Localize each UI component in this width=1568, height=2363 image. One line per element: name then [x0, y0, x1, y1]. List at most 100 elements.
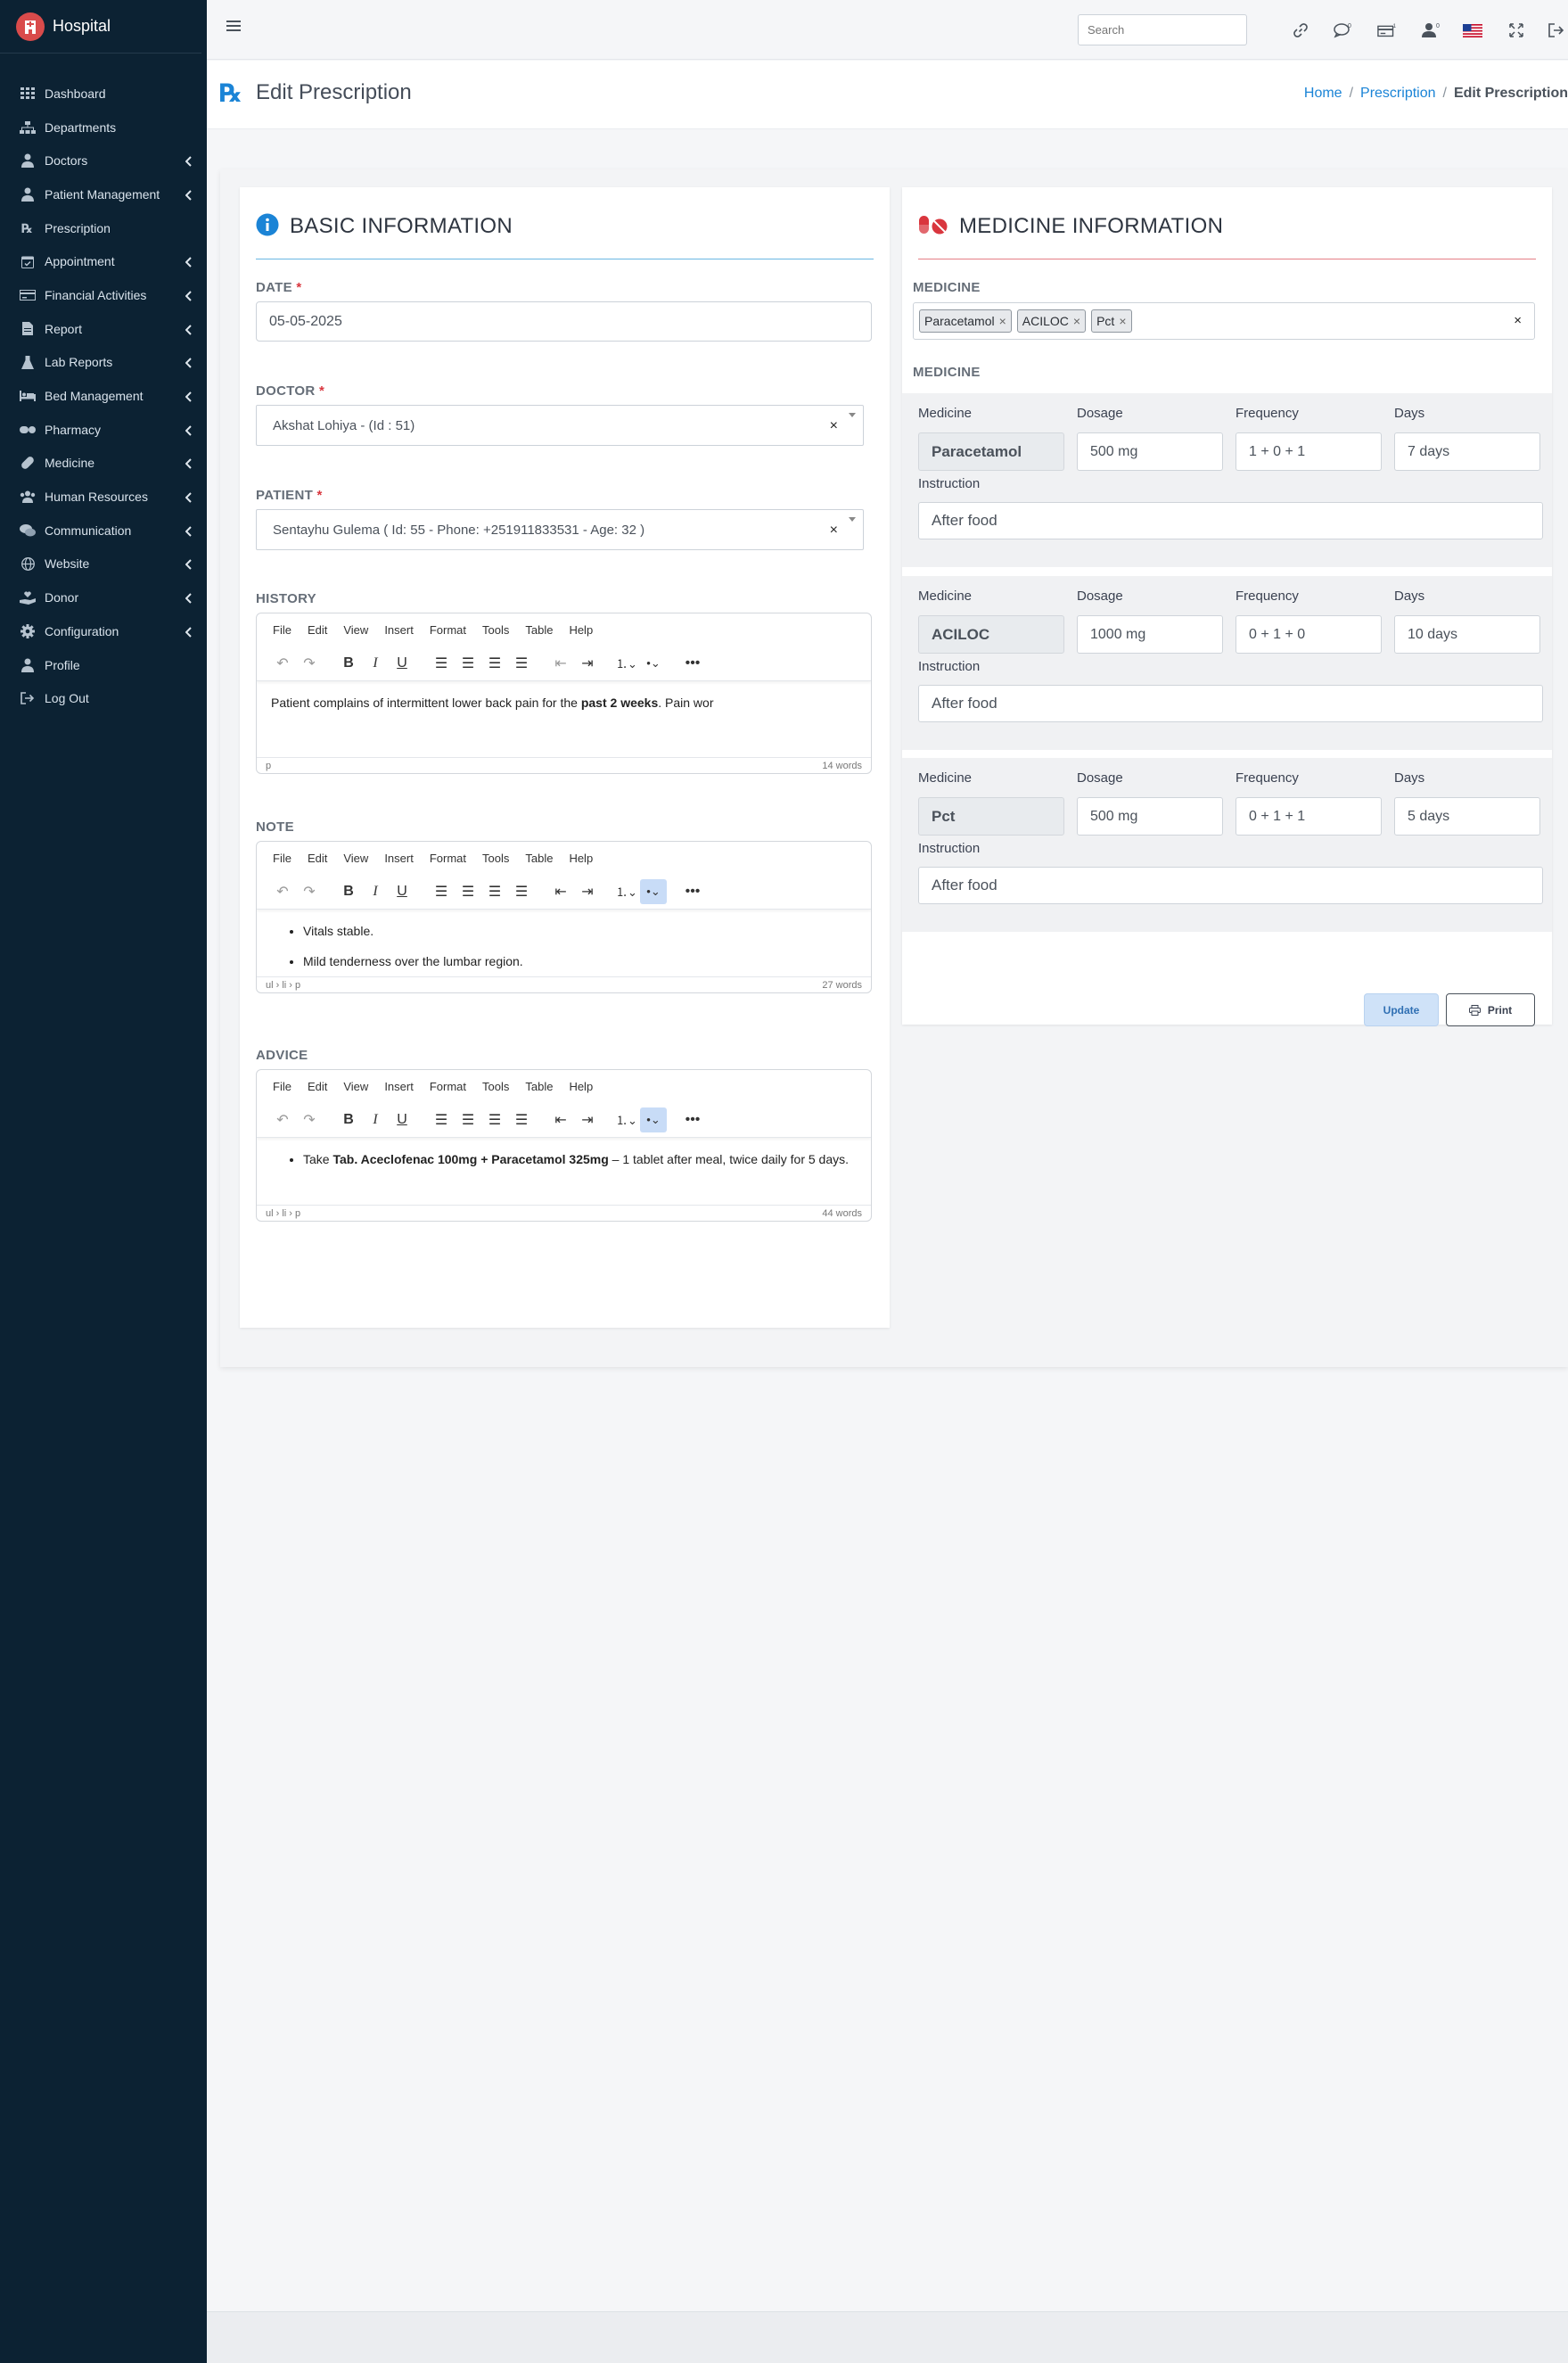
redo-icon[interactable]: ↷ [296, 1107, 323, 1132]
invoice-icon[interactable]: 1 [1377, 20, 1399, 41]
hamburger-menu-icon[interactable] [226, 20, 241, 37]
frequency-input[interactable]: 0 + 1 + 1 [1236, 797, 1382, 836]
redo-icon[interactable]: ↷ [296, 879, 323, 904]
remove-tag-icon[interactable]: × [1073, 314, 1080, 328]
italic-icon[interactable]: I [362, 1107, 389, 1132]
outdent-icon[interactable]: ⇤ [547, 1107, 574, 1132]
numbered-list-icon[interactable]: ⒈⌄ [613, 1107, 640, 1132]
sidebar-item-dashboard[interactable]: Dashboard [0, 77, 207, 111]
italic-icon[interactable]: I [362, 651, 389, 676]
menu-format[interactable]: Format [430, 852, 466, 865]
bullet-list-icon[interactable]: •⌄ [640, 651, 667, 676]
frequency-input[interactable]: 1 + 0 + 1 [1236, 432, 1382, 471]
undo-icon[interactable]: ↶ [269, 651, 296, 676]
sidebar-item-appointment[interactable]: Appointment [0, 244, 207, 278]
dosage-input[interactable]: 500 mg [1077, 797, 1223, 836]
menu-help[interactable]: Help [569, 1080, 593, 1093]
underline-icon[interactable]: U [389, 879, 415, 904]
align-left-icon[interactable]: ☰ [428, 1107, 455, 1132]
menu-format[interactable]: Format [430, 623, 466, 637]
sidebar-item-lab-reports[interactable]: Lab Reports [0, 346, 207, 380]
sidebar-item-website[interactable]: Website [0, 548, 207, 581]
sidebar-item-communication[interactable]: Communication [0, 514, 207, 548]
italic-icon[interactable]: I [362, 879, 389, 904]
days-input[interactable]: 7 days [1394, 432, 1540, 471]
more-icon[interactable]: ••• [679, 879, 706, 904]
brand[interactable]: Hospital [0, 0, 201, 54]
menu-edit[interactable]: Edit [308, 852, 327, 865]
align-center-icon[interactable]: ☰ [455, 879, 481, 904]
medicine-tag[interactable]: Pct × [1091, 309, 1132, 333]
undo-icon[interactable]: ↶ [269, 1107, 296, 1132]
menu-edit[interactable]: Edit [308, 1080, 327, 1093]
user-notification-icon[interactable]: 0 [1421, 20, 1442, 41]
outdent-icon[interactable]: ⇤ [547, 651, 574, 676]
breadcrumb-home-link[interactable]: Home [1304, 86, 1342, 101]
undo-icon[interactable]: ↶ [269, 879, 296, 904]
medicine-multiselect[interactable]: Paracetamol × ACILOC × Pct × × [913, 302, 1535, 340]
menu-insert[interactable]: Insert [384, 623, 414, 637]
sidebar-item-prescription[interactable]: ℞ Prescription [0, 211, 207, 245]
note-content[interactable]: Vitals stable. Mild tenderness over the … [257, 910, 871, 976]
patient-select[interactable]: Sentayhu Gulema ( Id: 55 - Phone: +25191… [256, 509, 864, 550]
instruction-input[interactable]: After food [918, 685, 1543, 722]
remove-tag-icon[interactable]: × [1119, 314, 1126, 328]
fullscreen-icon[interactable] [1506, 20, 1527, 41]
menu-insert[interactable]: Insert [384, 1080, 414, 1093]
align-right-icon[interactable]: ☰ [481, 1107, 508, 1132]
bullet-list-icon[interactable]: •⌄ [640, 1107, 667, 1132]
instruction-input[interactable]: After food [918, 502, 1543, 539]
more-icon[interactable]: ••• [679, 1107, 706, 1132]
sidebar-item-human-resources[interactable]: Human Resources [0, 480, 207, 514]
print-button[interactable]: Print [1446, 993, 1535, 1026]
menu-table[interactable]: Table [525, 1080, 553, 1093]
us-flag-icon[interactable] [1462, 20, 1483, 41]
sidebar-item-profile[interactable]: Profile [0, 648, 207, 682]
sidebar-item-bed-management[interactable]: Bed Management [0, 379, 207, 413]
align-justify-icon[interactable]: ☰ [508, 651, 535, 676]
menu-file[interactable]: File [273, 852, 291, 865]
align-right-icon[interactable]: ☰ [481, 879, 508, 904]
underline-icon[interactable]: U [389, 1107, 415, 1132]
align-justify-icon[interactable]: ☰ [508, 879, 535, 904]
indent-icon[interactable]: ⇥ [574, 651, 601, 676]
menu-view[interactable]: View [343, 1080, 368, 1093]
bullet-list-icon[interactable]: •⌄ [640, 878, 667, 904]
sidebar-item-departments[interactable]: Departments [0, 111, 207, 144]
sidebar-item-patient-management[interactable]: Patient Management [0, 177, 207, 211]
numbered-list-icon[interactable]: ⒈⌄ [613, 651, 640, 676]
menu-help[interactable]: Help [569, 623, 593, 637]
menu-tools[interactable]: Tools [482, 1080, 509, 1093]
clear-doctor-button[interactable]: × [830, 418, 838, 434]
clear-patient-button[interactable]: × [830, 523, 838, 539]
sidebar-item-donor[interactable]: Donor [0, 580, 207, 614]
align-left-icon[interactable]: ☰ [428, 651, 455, 676]
history-content[interactable]: Patient complains of intermittent lower … [257, 681, 871, 757]
align-center-icon[interactable]: ☰ [455, 1107, 481, 1132]
menu-view[interactable]: View [343, 852, 368, 865]
menu-edit[interactable]: Edit [308, 623, 327, 637]
date-input[interactable]: 05-05-2025 [256, 301, 872, 342]
menu-file[interactable]: File [273, 623, 291, 637]
indent-icon[interactable]: ⇥ [574, 1107, 601, 1132]
bold-icon[interactable]: B [335, 1107, 362, 1132]
align-justify-icon[interactable]: ☰ [508, 1107, 535, 1132]
link-icon[interactable] [1290, 20, 1311, 41]
align-left-icon[interactable]: ☰ [428, 879, 455, 904]
instruction-input[interactable]: After food [918, 867, 1543, 904]
menu-tools[interactable]: Tools [482, 623, 509, 637]
underline-icon[interactable]: U [389, 651, 415, 676]
numbered-list-icon[interactable]: ⒈⌄ [613, 879, 640, 904]
align-right-icon[interactable]: ☰ [481, 651, 508, 676]
menu-format[interactable]: Format [430, 1080, 466, 1093]
doctor-select[interactable]: Akshat Lohiya - (Id : 51) × [256, 405, 864, 446]
dosage-input[interactable]: 1000 mg [1077, 615, 1223, 654]
medicine-tag[interactable]: Paracetamol × [919, 309, 1012, 333]
clear-all-medicines-button[interactable]: × [1514, 313, 1522, 328]
menu-tools[interactable]: Tools [482, 852, 509, 865]
menu-insert[interactable]: Insert [384, 852, 414, 865]
indent-icon[interactable]: ⇥ [574, 879, 601, 904]
menu-table[interactable]: Table [525, 852, 553, 865]
sidebar-item-financial-activities[interactable]: Financial Activities [0, 278, 207, 312]
sidebar-item-configuration[interactable]: Configuration [0, 614, 207, 648]
